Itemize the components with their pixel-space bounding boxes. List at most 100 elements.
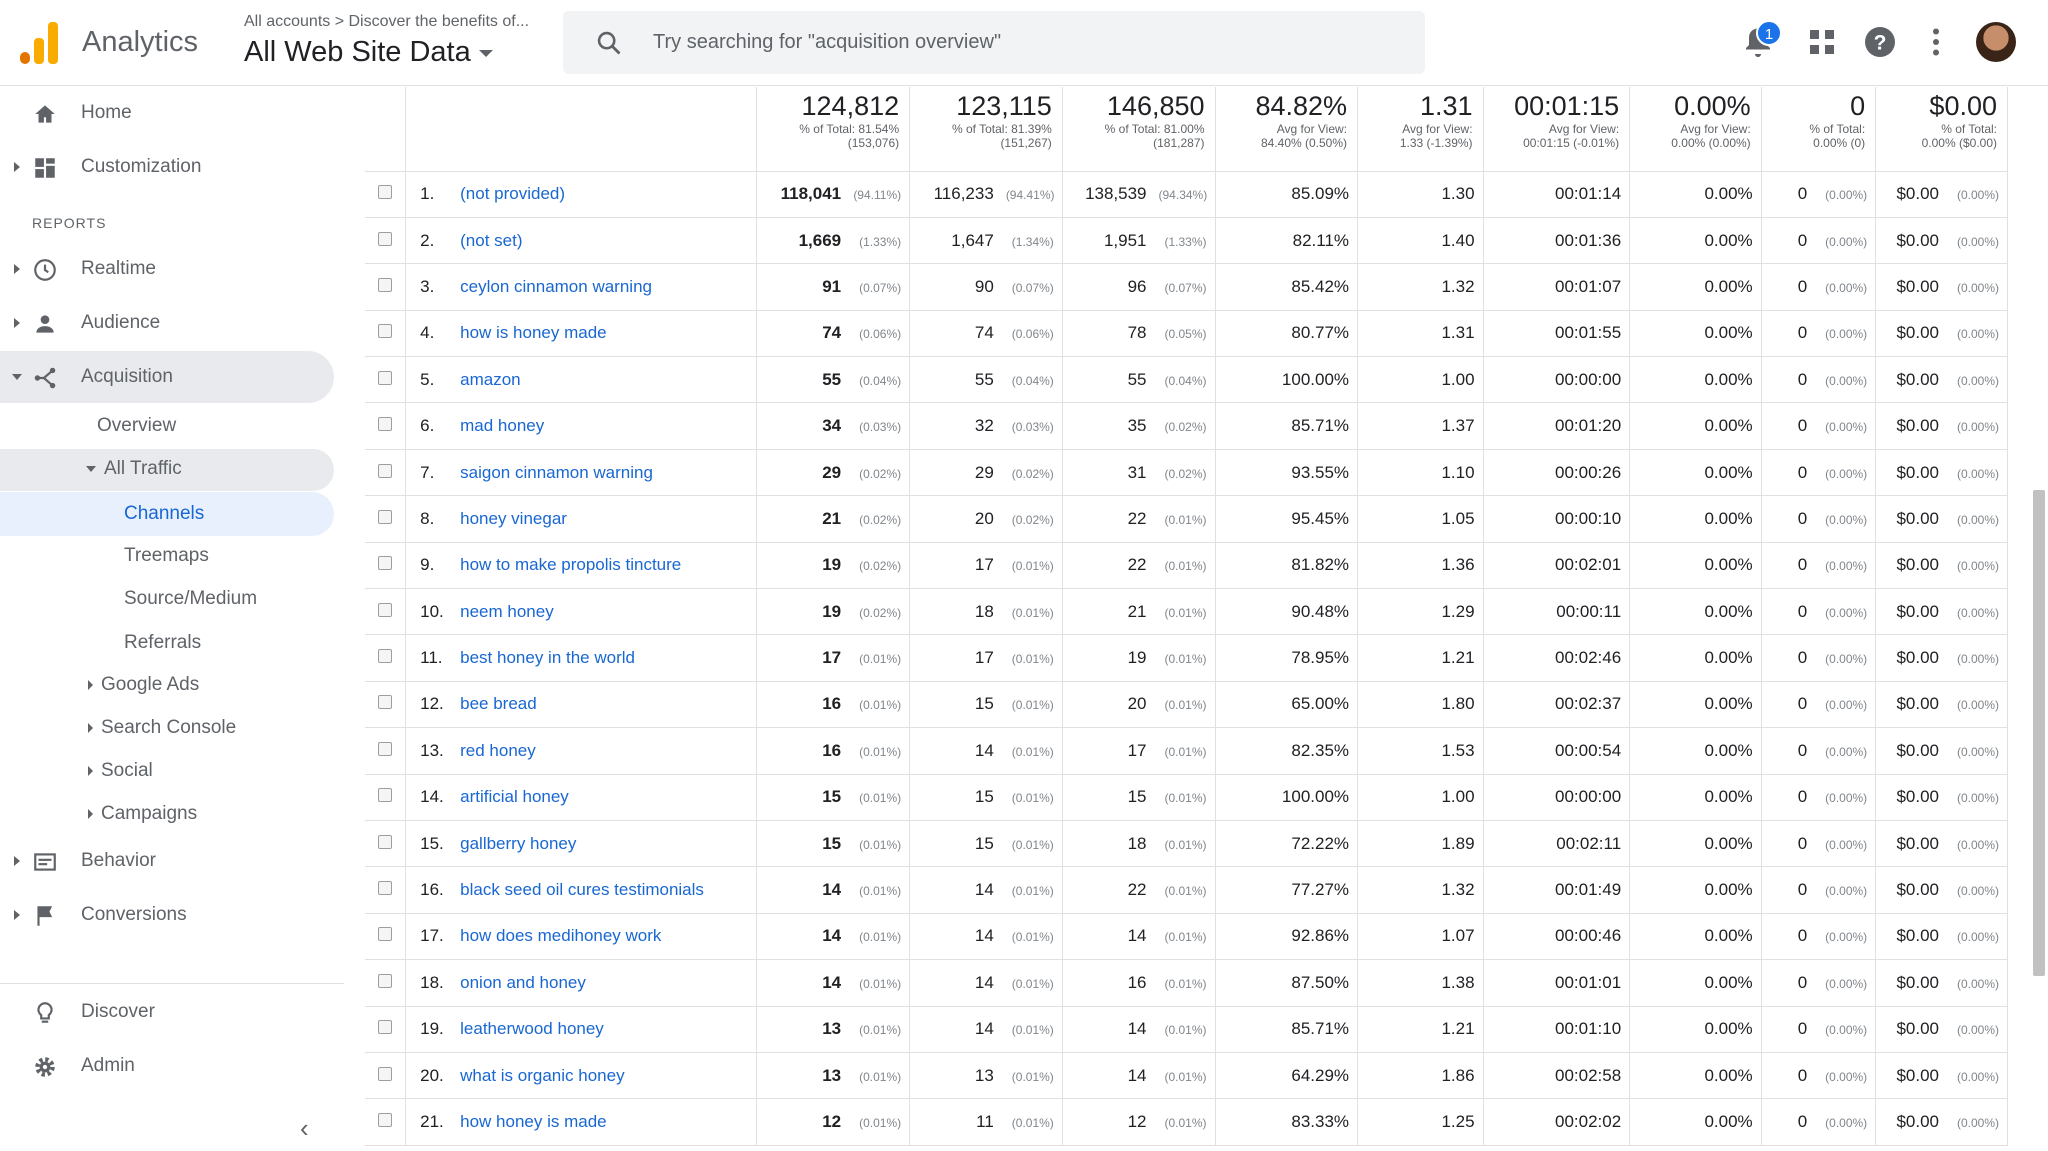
row-checkbox[interactable] (365, 310, 407, 358)
keyword-link[interactable]: honey vinegar (460, 509, 567, 528)
sidebar-item-google-ads[interactable]: Google Ads (88, 674, 199, 696)
sidebar-item-source-medium[interactable]: Source/Medium (124, 588, 257, 610)
row-checkbox[interactable] (365, 1006, 407, 1053)
analytics-logo-icon[interactable] (20, 20, 60, 64)
sidebar-item-referrals[interactable]: Referrals (124, 632, 201, 654)
row-checkbox[interactable] (365, 1098, 407, 1146)
keyword-link[interactable]: artificial honey (460, 787, 569, 806)
bounce-rate-cell: 82.35% (1215, 727, 1359, 775)
keyword-link[interactable]: what is organic honey (460, 1066, 624, 1085)
row-checkbox[interactable] (365, 727, 407, 775)
row-checkbox[interactable] (365, 263, 407, 311)
breadcrumb[interactable]: All accounts > Discover the benefits of.… (244, 13, 529, 31)
row-checkbox[interactable] (365, 171, 407, 218)
sidebar-item-customization[interactable]: Customization (0, 141, 334, 193)
sidebar-item-admin[interactable]: Admin (0, 1040, 334, 1092)
goal-completions-cell: 0 (0.00%) (1761, 542, 1877, 590)
row-checkbox[interactable] (365, 820, 407, 868)
row-checkbox[interactable] (365, 681, 407, 729)
goal-value-cell: $0.00 (0.00%) (1875, 913, 2008, 961)
view-selector[interactable]: All Web Site Data (244, 36, 493, 69)
svg-text:?: ? (1874, 32, 1887, 55)
scrollbar-thumb[interactable] (2033, 490, 2045, 976)
sidebar-item-social[interactable]: Social (88, 760, 153, 782)
keyword-link[interactable]: best honey in the world (460, 648, 635, 667)
goal-value-cell: $0.00 (0.00%) (1875, 634, 2008, 682)
sidebar-item-audience[interactable]: Audience (0, 297, 334, 349)
table-row: 19. leatherwood honey 13 (0.01%) 14 (0.01%) 14… (365, 1006, 2008, 1053)
sessions-cell: 17 (0.01%) (1062, 727, 1216, 775)
keyword-link[interactable]: amazon (460, 370, 520, 389)
bounce-rate-cell: 81.82% (1215, 542, 1359, 590)
sidebar-item-acquisition[interactable]: Acquisition (0, 351, 334, 403)
row-checkbox[interactable] (365, 634, 407, 682)
keyword-link[interactable]: saigon cinnamon warning (460, 463, 653, 482)
sidebar-item-label: Customization (81, 156, 202, 177)
sidebar-item-conversions[interactable]: Conversions (0, 889, 334, 941)
row-checkbox[interactable] (365, 402, 407, 450)
conversion-rate-cell: 0.00% (1629, 542, 1762, 590)
keyword-link[interactable]: how honey is made (460, 1112, 606, 1131)
keyword-cell: 21. how honey is made (405, 1098, 758, 1146)
sidebar-item-channels[interactable]: Channels (0, 492, 334, 536)
row-checkbox[interactable] (365, 913, 407, 961)
sidebar-item-all-traffic[interactable]: All Traffic (0, 449, 334, 491)
sidebar-item-label: Acquisition (81, 366, 173, 387)
keyword-link[interactable]: black seed oil cures testimonials (460, 880, 704, 899)
new-users-cell: 17 (0.01%) (909, 542, 1063, 590)
row-checkbox[interactable] (365, 959, 407, 1007)
keyword-link[interactable]: neem honey (460, 602, 554, 621)
keyword-link[interactable]: ceylon cinnamon warning (460, 277, 652, 296)
pages-per-session-cell: 1.05 (1357, 495, 1484, 543)
row-index: 3. (420, 276, 435, 296)
keyword-link[interactable]: how does medihoney work (460, 926, 661, 945)
sidebar-item-behavior[interactable]: Behavior (0, 835, 334, 887)
users-cell: 14 (0.01%) (756, 959, 911, 1007)
row-index: 12. (420, 694, 444, 714)
search-bar[interactable]: Try searching for "acquisition overview" (563, 11, 1425, 74)
keyword-link[interactable]: how to make propolis tincture (460, 555, 681, 574)
sessions-cell: 19 (0.01%) (1062, 634, 1216, 682)
keyword-link[interactable]: onion and honey (460, 973, 586, 992)
sidebar-item-search-console[interactable]: Search Console (88, 717, 236, 739)
sessions-cell: 31 (0.02%) (1062, 449, 1216, 497)
sidebar-item-home[interactable]: Home (0, 87, 334, 139)
sidebar-item-realtime[interactable]: Realtime (0, 243, 334, 295)
new-users-cell: 90 (0.07%) (909, 263, 1063, 311)
sidebar-item-overview[interactable]: Overview (97, 415, 176, 437)
new-users-cell: 15 (0.01%) (909, 681, 1063, 729)
keyword-link[interactable]: gallberry honey (460, 834, 576, 853)
sidebar-item-discover[interactable]: Discover (0, 986, 334, 1038)
keyword-link[interactable]: mad honey (460, 416, 544, 435)
row-checkbox[interactable] (365, 866, 407, 914)
conversion-rate-cell: 0.00% (1629, 959, 1762, 1007)
row-checkbox[interactable] (365, 588, 407, 636)
keyword-link[interactable]: leatherwood honey (460, 1019, 604, 1038)
row-checkbox[interactable] (365, 1052, 407, 1100)
table-row: 21. how honey is made 12 (0.01%) 11 (0.01%) 12… (365, 1098, 2008, 1146)
row-checkbox[interactable] (365, 449, 407, 497)
apps-grid-icon[interactable] (1804, 24, 1840, 60)
row-checkbox[interactable] (365, 356, 407, 404)
keyword-link[interactable]: (not provided) (460, 184, 565, 203)
keyword-link[interactable]: (not set) (460, 231, 522, 250)
behavior-icon (34, 853, 56, 871)
avg-duration-cell: 00:02:46 (1483, 634, 1631, 682)
row-checkbox[interactable] (365, 542, 407, 590)
row-checkbox[interactable] (365, 774, 407, 821)
keyword-cell: 8. honey vinegar (405, 495, 758, 543)
avg-duration-cell: 00:02:01 (1483, 542, 1631, 590)
more-vert-icon[interactable] (1918, 24, 1954, 60)
row-checkbox[interactable] (365, 495, 407, 543)
avg-duration-cell: 00:01:36 (1483, 217, 1631, 265)
keyword-link[interactable]: bee bread (460, 694, 537, 713)
keyword-link[interactable]: red honey (460, 741, 536, 760)
avatar[interactable] (1976, 22, 2016, 62)
sidebar-item-treemaps[interactable]: Treemaps (124, 545, 209, 567)
pages-per-session-cell: 1.36 (1357, 542, 1484, 590)
row-checkbox[interactable] (365, 217, 407, 265)
help-icon[interactable]: ? (1862, 24, 1898, 60)
collapse-sidebar-chevron-left-icon[interactable]: ‹ (300, 1113, 309, 1144)
sidebar-item-campaigns[interactable]: Campaigns (88, 803, 197, 825)
keyword-link[interactable]: how is honey made (460, 323, 606, 342)
